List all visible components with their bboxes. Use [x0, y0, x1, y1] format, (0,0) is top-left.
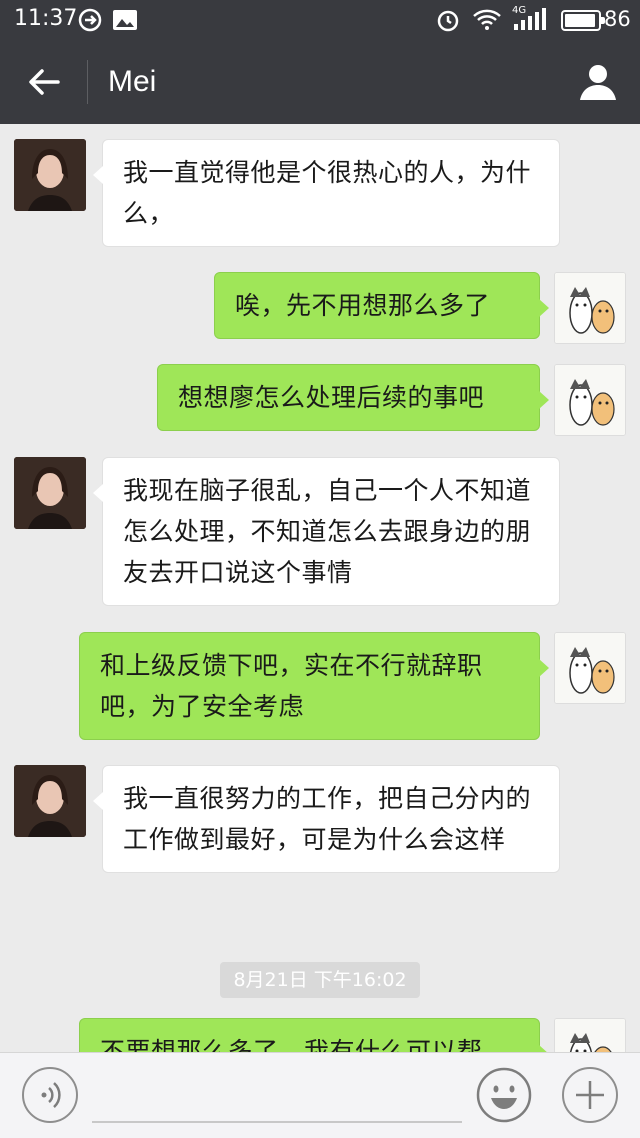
mei-avatar-image	[14, 457, 86, 529]
message-text: 不要想那么多了，我有什么可以帮	[100, 1037, 483, 1052]
mei-avatar[interactable]	[14, 457, 86, 529]
message-input[interactable]	[92, 1121, 462, 1123]
message-bubble[interactable]: 我一直觉得他是个很热心的人，为什么，	[93, 139, 560, 247]
header-divider	[87, 60, 88, 104]
message-list[interactable]: 我一直觉得他是个很热心的人，为什么， 唉，先不用想那么多了 想想廖怎么处理后续的…	[0, 124, 640, 1052]
mei-avatar-image	[14, 139, 86, 211]
message-bubble[interactable]: 唉，先不用想那么多了	[214, 272, 549, 339]
image-notification-icon	[113, 10, 137, 30]
my-avatar[interactable]	[554, 632, 626, 704]
status-bar: 11:37 4G 86	[0, 0, 640, 40]
more-button[interactable]	[562, 1067, 618, 1123]
chat-title: Mei	[108, 65, 157, 98]
sync-icon	[78, 8, 102, 32]
status-time: 11:37	[14, 6, 78, 31]
emoji-button[interactable]	[476, 1067, 532, 1123]
cat-avatar-image	[555, 365, 625, 435]
alarm-icon	[437, 10, 459, 32]
wifi-icon	[473, 9, 501, 30]
message-text: 和上级反馈下吧，实在不行就辞职吧，为了安全考虑	[100, 651, 483, 721]
cat-avatar-image	[555, 633, 625, 703]
chat-header: Mei	[0, 40, 640, 124]
message-text: 我现在脑子很乱，自己一个人不知道怎么处理，不知道怎么去跟身边的朋友去开口说这个事…	[123, 476, 532, 587]
message-timestamp: 8月21日 下午16:02	[220, 962, 420, 998]
message-bubble[interactable]: 我现在脑子很乱，自己一个人不知道怎么处理，不知道怎么去跟身边的朋友去开口说这个事…	[93, 457, 560, 606]
message-bubble[interactable]: 想想廖怎么处理后续的事吧	[157, 364, 549, 431]
my-avatar[interactable]	[554, 364, 626, 436]
voice-icon	[41, 1082, 61, 1108]
message-text: 我一直很努力的工作，把自己分内的工作做到最好，可是为什么会这样	[123, 784, 532, 854]
cat-avatar-image	[555, 273, 625, 343]
plus-icon	[576, 1081, 604, 1109]
message-text: 我一直觉得他是个很热心的人，为什么，	[123, 158, 532, 228]
back-arrow-icon[interactable]	[22, 60, 66, 104]
input-bar	[0, 1052, 640, 1138]
mei-avatar-image	[14, 765, 86, 837]
my-avatar[interactable]	[554, 272, 626, 344]
person-icon[interactable]	[576, 60, 620, 104]
message-bubble[interactable]: 不要想那么多了，我有什么可以帮	[79, 1018, 549, 1052]
signal-icon	[514, 8, 546, 30]
mei-avatar[interactable]	[14, 765, 86, 837]
mei-avatar[interactable]	[14, 139, 86, 211]
message-bubble[interactable]: 我一直很努力的工作，把自己分内的工作做到最好，可是为什么会这样	[93, 765, 560, 873]
message-text: 唉，先不用想那么多了	[235, 291, 491, 320]
emoji-icon	[476, 1067, 532, 1123]
voice-button[interactable]	[22, 1067, 78, 1123]
battery-icon	[561, 10, 605, 31]
cat-avatar-image	[555, 1019, 625, 1052]
message-text: 想想廖怎么处理后续的事吧	[178, 383, 485, 412]
battery-percent: 86	[604, 7, 631, 31]
message-bubble[interactable]: 和上级反馈下吧，实在不行就辞职吧，为了安全考虑	[79, 632, 549, 740]
my-avatar[interactable]	[554, 1018, 626, 1052]
